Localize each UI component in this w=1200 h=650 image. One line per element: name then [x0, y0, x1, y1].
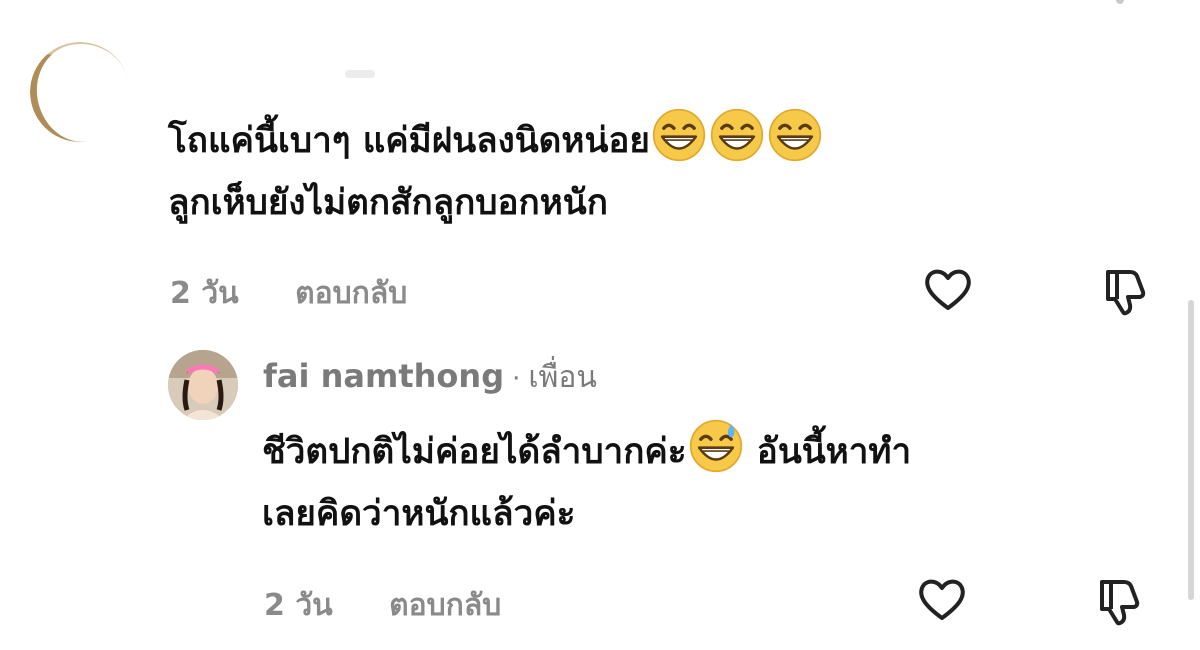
reply-time: 2 วัน [264, 588, 333, 623]
reply-button[interactable]: ตอบกลับ [389, 582, 501, 629]
reply-avatar[interactable] [168, 350, 238, 420]
heart-icon[interactable] [920, 262, 976, 318]
reply-text: ชีวิตปกติไม่ค่อยได้ลำบากค่ะ อันนี้หาทำ เ… [262, 419, 911, 545]
separator-dot: · [512, 364, 521, 394]
reply-line-1: ชีวิตปกติไม่ค่อยได้ลำบากค่ะ อันนี้หาทำ [262, 419, 911, 483]
reply-meta: 2 วัน ตอบกลับ [264, 582, 501, 629]
friend-badge: เพื่อน [528, 360, 597, 395]
author-name-placeholder [345, 70, 375, 78]
more-dot-icon [1116, 0, 1124, 4]
comment-text: โถแค่นี้เบาๆ แค่มีฝนลงนิดหน่อย ลูกเห็บยั… [168, 108, 824, 234]
reply-author-name[interactable]: fai namthong [263, 357, 504, 395]
grinning-face-emoji-icon [768, 108, 822, 162]
grinning-face-emoji-icon [652, 108, 706, 162]
reply-line-2: เลยคิดว่าหนักแล้วค่ะ [262, 494, 576, 534]
reply-header: fai namthong · เพื่อน [263, 354, 597, 401]
thumbs-down-icon[interactable] [1098, 262, 1154, 318]
heart-icon[interactable] [914, 572, 970, 628]
comment-meta: 2 วัน ตอบกลับ [170, 270, 407, 317]
grinning-face-with-sweat-emoji-icon [689, 419, 742, 473]
grinning-face-emoji-icon [710, 108, 764, 162]
avatar-photo-icon [168, 350, 238, 420]
comment-time: 2 วัน [170, 276, 239, 311]
comment-thread: โถแค่นี้เบาๆ แค่มีฝนลงนิดหน่อย ลูกเห็บยั… [0, 0, 1200, 650]
reply-button[interactable]: ตอบกลับ [295, 270, 407, 317]
comment-line-2: ลูกเห็บยังไม่ตกสักลูกบอกหนัก [168, 183, 608, 223]
avatar[interactable] [30, 42, 130, 142]
comment-line-1: โถแค่นี้เบาๆ แค่มีฝนลงนิดหน่อย [168, 108, 824, 172]
thumbs-down-icon[interactable] [1092, 572, 1148, 628]
scrollbar[interactable] [1188, 300, 1194, 600]
